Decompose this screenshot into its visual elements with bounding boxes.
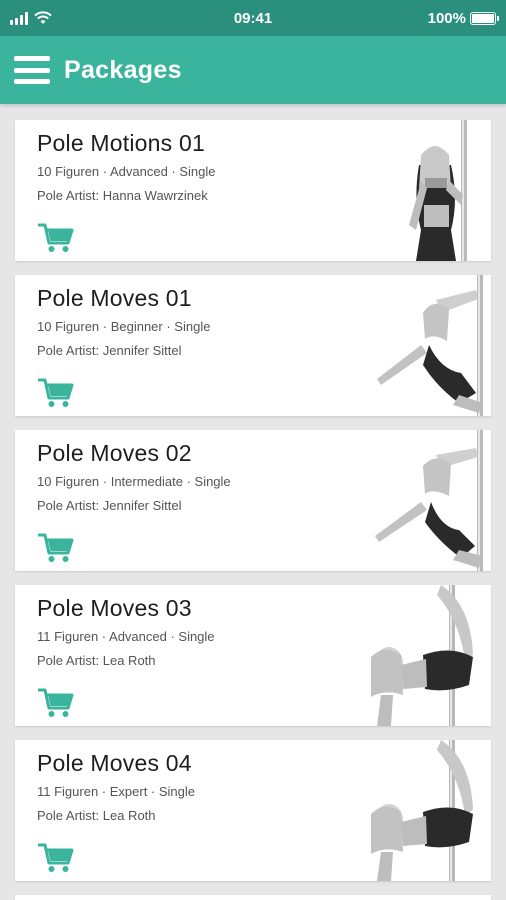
package-meta: 11 Figuren · Advanced · Single (37, 629, 215, 644)
package-artist: Pole Artist: Lea Roth (37, 808, 156, 823)
package-meta: 10 Figuren · Advanced · Single (37, 164, 216, 179)
artist-photo (341, 740, 491, 881)
package-title: Pole Motions 01 (37, 130, 205, 156)
package-card[interactable]: Pole Moves 03 11 Figuren · Advanced · Si… (15, 585, 491, 726)
package-card[interactable]: Pole Motions 01 10 Figuren · Advanced · … (15, 120, 491, 261)
artist-photo (341, 275, 491, 416)
app-bar: Packages (0, 36, 506, 104)
artist-photo (341, 585, 491, 726)
package-title: Pole Moves 04 (37, 750, 192, 776)
package-artist: Pole Artist: Lea Roth (37, 653, 156, 668)
status-left (10, 11, 130, 25)
package-title: Pole Moves 02 (37, 440, 192, 466)
package-artist: Pole Artist: Jennifer Sittel (37, 343, 182, 358)
battery-percent: 100% (427, 9, 466, 27)
signal-icon (10, 11, 28, 25)
hamburger-menu-icon[interactable] (14, 56, 50, 84)
package-meta: 10 Figuren · Beginner · Single (37, 319, 211, 334)
shopping-cart-icon[interactable] (38, 842, 74, 874)
package-card[interactable]: Pole Moves 02 10 Figuren · Intermediate … (15, 430, 491, 571)
page-title: Packages (64, 55, 182, 84)
package-card[interactable]: Pole Moves 01 10 Figuren · Beginner · Si… (15, 275, 491, 416)
shopping-cart-icon[interactable] (38, 377, 74, 409)
wifi-icon (34, 11, 52, 24)
battery-icon (470, 11, 499, 25)
status-bar: 09:41 100% (0, 0, 506, 36)
shopping-cart-icon[interactable] (38, 222, 74, 254)
package-artist: Pole Artist: Hanna Wawrzinek (37, 188, 208, 203)
package-card[interactable]: Pole Moves 04 11 Figuren · Expert · Sing… (15, 740, 491, 881)
package-artist: Pole Artist: Jennifer Sittel (37, 498, 182, 513)
package-list: Pole Motions 01 10 Figuren · Advanced · … (15, 120, 491, 900)
battery-level (472, 13, 494, 23)
artist-photo (341, 430, 491, 571)
status-right: 100% (427, 9, 499, 27)
package-card[interactable] (15, 895, 491, 900)
package-meta: 10 Figuren · Intermediate · Single (37, 474, 231, 489)
shopping-cart-icon[interactable] (38, 532, 74, 564)
package-title: Pole Moves 03 (37, 595, 192, 621)
artist-photo (341, 120, 491, 261)
package-meta: 11 Figuren · Expert · Single (37, 784, 195, 799)
shopping-cart-icon[interactable] (38, 687, 74, 719)
package-title: Pole Moves 01 (37, 285, 192, 311)
